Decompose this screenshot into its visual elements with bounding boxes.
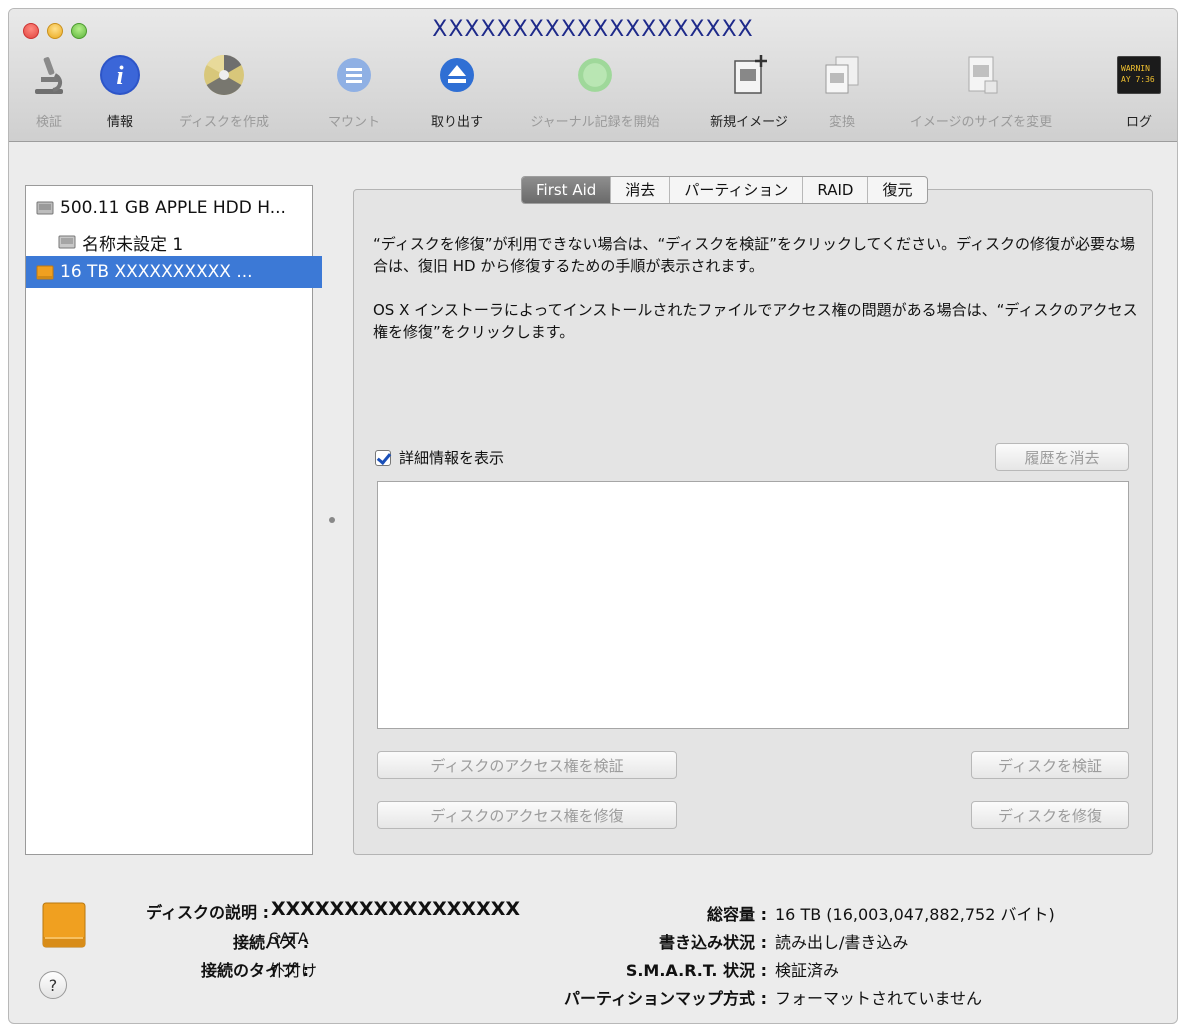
toolbar-eject-button[interactable]: 取り出す <box>417 53 497 130</box>
description-value: XXXXXXXXXXXXXXXXX <box>271 898 521 920</box>
clear-history-button[interactable]: 履歴を消去 <box>995 443 1129 471</box>
toolbar-convert-button[interactable]: 変換 <box>815 53 869 130</box>
bus-value: SATA <box>269 929 309 948</box>
info-icon: i <box>98 53 142 97</box>
tab-restore[interactable]: 復元 <box>867 177 926 203</box>
tab-erase[interactable]: 消去 <box>610 177 669 203</box>
log-icon: WARNIN AY 7:36 <box>1117 53 1161 97</box>
volume-item-untitled[interactable]: 名称未設定 1 <box>26 226 344 258</box>
tab-bar: First Aid 消去 パーティション RAID 復元 <box>521 176 928 204</box>
description-label: ディスクの説明 : <box>146 903 269 922</box>
help-button[interactable]: ? <box>39 971 67 999</box>
title-bar: XXXXXXXXXXXXXXXXXXXX 検証 i 情報 ディスクを作成 マウン… <box>9 9 1177 142</box>
hard-disk-icon <box>36 201 54 215</box>
resize-image-icon <box>959 53 1003 97</box>
window-title: XXXXXXXXXXXXXXXXXXXX <box>432 17 754 42</box>
first-aid-log[interactable] <box>377 481 1129 729</box>
verify-permissions-button[interactable]: ディスクのアクセス権を検証 <box>377 751 677 779</box>
connection-type-value: 外付け <box>269 961 318 980</box>
toolbar-journal-button[interactable]: ジャーナル記録を開始 <box>507 53 683 130</box>
toolbar-log-button[interactable]: WARNIN AY 7:36 ログ <box>1109 53 1169 130</box>
toolbar-new-image-button[interactable]: 新規イメージ <box>695 53 803 130</box>
toolbar-burn-button[interactable]: ディスクを作成 <box>159 53 289 130</box>
repair-permissions-button[interactable]: ディスクのアクセス権を修復 <box>377 801 677 829</box>
toolbar-verify-button[interactable]: 検証 <box>19 53 79 130</box>
tab-first-aid[interactable]: First Aid <box>522 177 611 203</box>
burn-icon <box>202 53 246 97</box>
show-details-checkbox[interactable]: 詳細情報を表示 <box>375 447 504 468</box>
smart-status-value: 検証済み <box>775 961 840 980</box>
microscope-icon <box>27 53 71 97</box>
permissions-description: OS X インストーラによってインストールされたファイルでアクセス権の問題がある… <box>373 301 1138 341</box>
partition-map-label: パーティションマップ方式 : <box>563 989 767 1008</box>
mount-icon <box>332 53 376 97</box>
journal-icon <box>573 53 617 97</box>
new-image-icon <box>727 53 771 97</box>
repair-disk-button[interactable]: ディスクを修復 <box>971 801 1129 829</box>
external-disk-icon <box>36 265 54 280</box>
disk-utility-window: XXXXXXXXXXXXXXXXXXXX 検証 i 情報 ディスクを作成 マウン… <box>8 8 1178 1024</box>
write-status-value: 読み出し/書き込み <box>775 933 909 952</box>
write-status-label: 書き込み状況 : <box>659 933 767 952</box>
capacity-label: 総容量 : <box>707 905 767 924</box>
toolbar-info-button[interactable]: i 情報 <box>89 53 151 130</box>
disk-list[interactable]: 500.11 GB APPLE HDD H... 名称未設定 1 16 TB X… <box>25 185 322 855</box>
partition-map-value: フォーマットされていません <box>775 989 983 1008</box>
question-mark-icon: ? <box>48 976 58 995</box>
tab-partition[interactable]: パーティション <box>669 177 802 203</box>
first-aid-description: “ディスクを修復”が利用できない場合は、“ディスクを検証”をクリックしてください… <box>373 235 1136 275</box>
disk-item-internal-hdd[interactable]: 500.11 GB APPLE HDD H... <box>26 192 322 224</box>
toolbar-resize-image-button[interactable]: イメージのサイズを変更 <box>881 53 1081 130</box>
verify-disk-button[interactable]: ディスクを検証 <box>971 751 1129 779</box>
tab-raid[interactable]: RAID <box>802 177 867 203</box>
split-view-handle[interactable] <box>329 517 335 523</box>
volume-icon <box>58 235 76 249</box>
toolbar-mount-button[interactable]: マウント <box>309 53 399 130</box>
disk-item-external-16tb[interactable]: 16 TB XXXXXXXXXX ... <box>26 256 322 288</box>
toolbar: 検証 i 情報 ディスクを作成 マウント 取り出す ジャーナル記録を開始 新規イ… <box>19 53 1169 135</box>
eject-icon <box>435 53 479 97</box>
external-disk-large-icon <box>42 902 86 948</box>
capacity-value: 16 TB (16,003,047,882,752 バイト) <box>775 905 1055 924</box>
smart-status-label: S.M.A.R.T. 状況 : <box>625 961 767 980</box>
convert-icon <box>820 53 864 97</box>
checkbox-checked-icon[interactable] <box>375 449 391 466</box>
svg-text:i: i <box>116 61 124 90</box>
